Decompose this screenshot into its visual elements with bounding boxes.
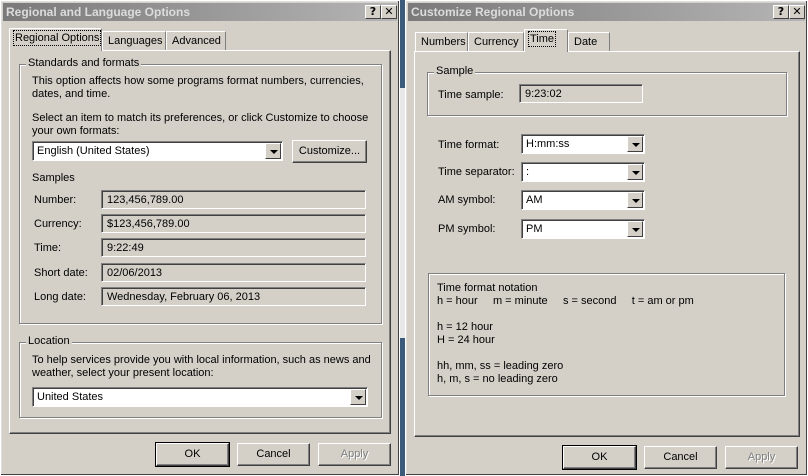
tab-panel: Sample Time sample: 9:23:02 Time format:…: [414, 51, 800, 437]
tab-time[interactable]: Time: [524, 29, 568, 52]
title-bar[interactable]: Regional and Language Options ? ✕: [3, 3, 397, 21]
location-description: To help services provide you with local …: [32, 354, 371, 379]
standards-and-formats-group: Standards and formats This option affect…: [19, 57, 382, 324]
pm-symbol-select[interactable]: PM: [521, 219, 645, 239]
time-sample-value: 9:23:02: [519, 84, 643, 103]
tab-currency[interactable]: Currency: [468, 32, 524, 52]
customize-regional-options-dialog: Customize Regional Options ? ✕ Numbers C…: [405, 0, 808, 476]
chevron-down-icon[interactable]: [627, 192, 643, 208]
tab-label: Numbers: [421, 36, 466, 48]
sample-group: Sample Time sample: 9:23:02: [427, 65, 787, 116]
ok-button[interactable]: OK: [562, 445, 637, 470]
field-label: Time format:: [438, 139, 500, 151]
notation-line: H = 24 hour: [437, 334, 495, 346]
time-sample-label: Time sample:: [438, 89, 504, 101]
dialog-title: Regional and Language Options: [6, 5, 191, 19]
tab-label: Date: [574, 36, 598, 48]
select-instructions: Select an item to match its preferences,…: [32, 112, 369, 137]
help-button[interactable]: ?: [365, 5, 381, 19]
chevron-down-icon[interactable]: [627, 221, 643, 237]
tab-label: Regional Options: [12, 30, 102, 46]
notation-line: h = hour m = minute s = second t = am or…: [437, 295, 694, 307]
time-format-notation-box: Time format notation h = hour m = minute…: [428, 273, 785, 396]
sample-label: Currency:: [34, 218, 82, 230]
sample-label: Long date:: [34, 291, 86, 303]
tab-label: Time: [527, 31, 557, 47]
sample-label: Number:: [34, 194, 77, 206]
time-format-value: H:mm:ss: [526, 138, 570, 150]
tab-label: Advanced: [172, 35, 221, 47]
field-label: PM symbol:: [438, 223, 496, 235]
samples-heading: Samples: [32, 172, 75, 184]
sample-long-date-value: Wednesday, February 06, 2013: [101, 287, 366, 306]
field-label: Time separator:: [438, 166, 515, 178]
tab-advanced[interactable]: Advanced: [166, 31, 226, 51]
tab-date[interactable]: Date: [568, 32, 610, 52]
close-button[interactable]: ✕: [789, 5, 805, 19]
sample-currency-value: $123,456,789.00: [101, 214, 366, 233]
chevron-down-icon[interactable]: [350, 389, 366, 405]
location-group: Location To help services provide you wi…: [19, 335, 382, 418]
customize-button[interactable]: Customize...: [292, 140, 367, 163]
chevron-down-icon[interactable]: [627, 164, 643, 180]
notation-line: h, m, s = no leading zero: [437, 373, 558, 385]
sample-short-date-value: 02/06/2013: [101, 263, 366, 282]
time-format-select[interactable]: H:mm:ss: [521, 134, 645, 154]
location-select[interactable]: United States: [32, 387, 368, 407]
format-value: English (United States): [37, 145, 150, 157]
tab-label: Currency: [474, 36, 519, 48]
ok-button[interactable]: OK: [155, 442, 230, 467]
group-legend: Location: [26, 335, 72, 347]
am-symbol-value: AM: [526, 194, 543, 206]
tab-languages[interactable]: Languages: [102, 31, 166, 51]
title-bar[interactable]: Customize Regional Options ? ✕: [408, 3, 805, 21]
apply-button[interactable]: Apply: [318, 443, 391, 466]
chevron-down-icon[interactable]: [627, 136, 643, 152]
format-select[interactable]: English (United States): [32, 141, 283, 161]
tab-numbers[interactable]: Numbers: [415, 32, 468, 52]
notation-line: hh, mm, ss = leading zero: [437, 360, 564, 372]
notation-line: h = 12 hour: [437, 321, 493, 333]
group-legend: Standards and formats: [26, 57, 142, 69]
field-label: AM symbol:: [438, 194, 496, 206]
close-button[interactable]: ✕: [381, 5, 397, 19]
pm-symbol-value: PM: [526, 223, 543, 235]
tab-regional-options[interactable]: Regional Options: [9, 28, 102, 51]
regional-language-options-dialog: Regional and Language Options ? ✕ Region…: [0, 0, 400, 476]
group-legend: Sample: [434, 65, 476, 77]
apply-button[interactable]: Apply: [725, 446, 798, 469]
time-separator-select[interactable]: :: [521, 162, 645, 182]
tab-panel: Standards and formats This option affect…: [9, 50, 391, 434]
chevron-down-icon[interactable]: [265, 143, 281, 159]
dialog-title: Customize Regional Options: [411, 5, 575, 19]
sample-label: Short date:: [34, 267, 88, 279]
cancel-button[interactable]: Cancel: [644, 446, 717, 469]
cancel-button[interactable]: Cancel: [237, 443, 310, 466]
sample-time-value: 9:22:49: [101, 238, 366, 257]
help-button[interactable]: ?: [773, 5, 789, 19]
time-separator-value: :: [526, 166, 530, 178]
notation-heading: Time format notation: [437, 282, 538, 294]
sample-label: Time:: [34, 242, 62, 254]
location-value: United States: [37, 391, 104, 403]
standards-description: This option affects how some programs fo…: [32, 75, 364, 100]
tab-label: Languages: [108, 35, 163, 47]
sample-number-value: 123,456,789.00: [101, 190, 366, 209]
am-symbol-select[interactable]: AM: [521, 190, 645, 210]
